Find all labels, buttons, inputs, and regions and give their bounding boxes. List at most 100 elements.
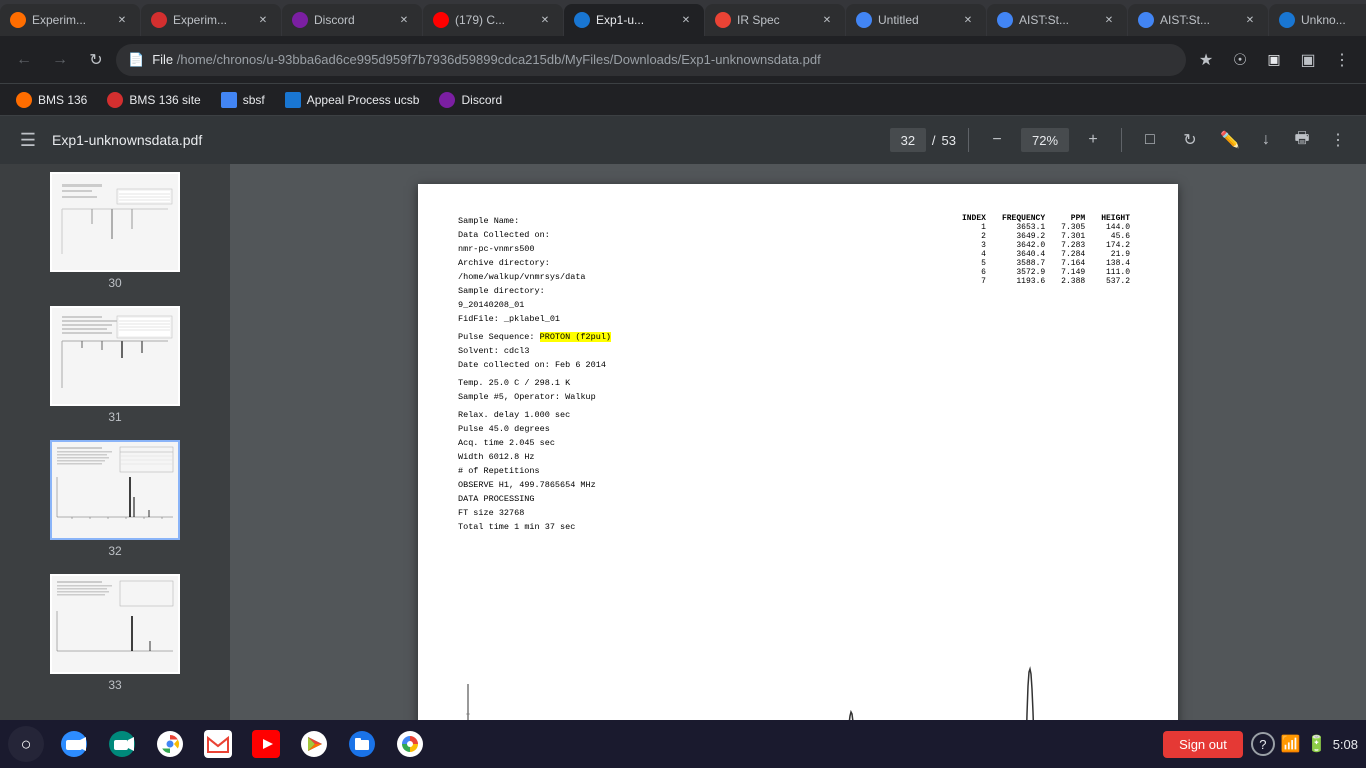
back-button[interactable]: ← bbox=[8, 44, 40, 76]
main-content: ☰ Exp1-unknownsdata.pdf / 53 − + □ ↻ ✏️ bbox=[0, 116, 1366, 720]
tab-10[interactable]: Unkno... ✕ bbox=[1269, 4, 1366, 36]
pdf-page: Sample Name: Data Collected on: nmr-pc-v… bbox=[418, 184, 1178, 720]
tab-2-close[interactable]: ✕ bbox=[255, 12, 271, 28]
tab-9-favicon bbox=[1138, 12, 1154, 28]
tab-4[interactable]: (179) C... ✕ bbox=[423, 4, 563, 36]
tab-9-label: AIST:St... bbox=[1160, 13, 1236, 27]
thumbnail-32[interactable]: 32 bbox=[8, 440, 222, 558]
tab-2-favicon bbox=[151, 12, 167, 28]
zoom-out-button[interactable]: − bbox=[981, 124, 1013, 156]
more-options-button[interactable]: ⋮ bbox=[1322, 124, 1354, 156]
settings-button[interactable]: ⋮ bbox=[1326, 44, 1358, 76]
tab-8-close[interactable]: ✕ bbox=[1101, 12, 1117, 28]
tab-7-close[interactable]: ✕ bbox=[960, 12, 976, 28]
thumbnail-33[interactable]: 33 bbox=[8, 574, 222, 692]
help-icon[interactable]: ? bbox=[1251, 732, 1275, 756]
tab-2[interactable]: Experim... ✕ bbox=[141, 4, 281, 36]
url-bar[interactable]: 📄 File /home/chronos/u-93bba6ad6ce995d95… bbox=[116, 44, 1186, 76]
taskbar-app-zoom[interactable] bbox=[52, 722, 96, 766]
tab-7-favicon bbox=[856, 12, 872, 28]
tab-7-label: Untitled bbox=[878, 13, 954, 27]
thumbnail-30-label: 30 bbox=[108, 276, 121, 290]
table-row-1: 1 3653.1 7.305 144.0 bbox=[954, 223, 1138, 232]
pdf-toolbar: ☰ Exp1-unknownsdata.pdf / 53 − + □ ↻ ✏️ bbox=[0, 116, 1366, 164]
tab-9[interactable]: AIST:St... ✕ bbox=[1128, 4, 1268, 36]
tab-3-label: Discord bbox=[314, 13, 390, 27]
taskbar-app-drive[interactable] bbox=[340, 722, 384, 766]
taskbar-app-gmail[interactable] bbox=[196, 722, 240, 766]
table-row-4: 4 3640.4 7.284 21.9 bbox=[954, 250, 1138, 259]
bookmark-star-button[interactable]: ★ bbox=[1190, 44, 1222, 76]
refresh-button[interactable]: ↻ bbox=[80, 44, 112, 76]
pdf-menu-button[interactable]: ☰ bbox=[12, 124, 44, 156]
archive-path-line: /home/walkup/vnmrsys/data bbox=[458, 270, 611, 284]
thumbnail-32-label: 32 bbox=[108, 544, 121, 558]
tab-1-close[interactable]: ✕ bbox=[114, 12, 130, 28]
table-row-7: 7 1193.6 2.388 537.2 bbox=[954, 277, 1138, 286]
download-button[interactable]: ↓ bbox=[1250, 124, 1282, 156]
fit-page-button[interactable]: □ bbox=[1134, 124, 1166, 156]
bookmarks-bar: BMS 136 BMS 136 site sbsf Appeal Process… bbox=[0, 84, 1366, 116]
taskbar-app-chrome[interactable] bbox=[148, 722, 192, 766]
tab-6-label: IR Spec bbox=[737, 13, 813, 27]
tab-5-close[interactable]: ✕ bbox=[678, 12, 694, 28]
extensions-button[interactable]: ▣ bbox=[1258, 44, 1290, 76]
zoom-input[interactable] bbox=[1021, 128, 1069, 152]
table-row-3: 3 3642.0 7.283 174.2 bbox=[954, 241, 1138, 250]
tab-3[interactable]: Discord ✕ bbox=[282, 4, 422, 36]
tab-4-close[interactable]: ✕ bbox=[537, 12, 553, 28]
rotate-button[interactable]: ↻ bbox=[1174, 124, 1206, 156]
divider-2 bbox=[1121, 128, 1122, 152]
taskbar-app-youtube[interactable] bbox=[244, 722, 288, 766]
sample-id-line: 9_20140208_01 bbox=[458, 298, 611, 312]
bookmark-appeal-label: Appeal Process ucsb bbox=[307, 93, 420, 107]
thumbnail-32-img bbox=[50, 440, 180, 540]
tab-1[interactable]: Experim... ✕ bbox=[0, 4, 140, 36]
page-separator: / bbox=[932, 133, 936, 148]
data-proc-line: DATA PROCESSING bbox=[458, 492, 611, 506]
tab-8-favicon bbox=[997, 12, 1013, 28]
tab-4-favicon bbox=[433, 12, 449, 28]
pdf-toolbar-right: ✏️ ↓ 🖶 ⋮ bbox=[1214, 124, 1354, 156]
bookmark-discord-label: Discord bbox=[461, 93, 502, 107]
nmr-table: INDEX FREQUENCY PPM HEIGHT 1 bbox=[954, 214, 1138, 286]
bookmark-appeal[interactable]: Appeal Process ucsb bbox=[277, 88, 428, 112]
bookmark-bms136[interactable]: BMS 136 bbox=[8, 88, 95, 112]
tab-8[interactable]: AIST:St... ✕ bbox=[987, 4, 1127, 36]
bookmark-appeal-favicon bbox=[285, 92, 301, 108]
tab-5-label: Exp1-u... bbox=[596, 13, 672, 27]
edit-button[interactable]: ✏️ bbox=[1214, 124, 1246, 156]
tab-5[interactable]: Exp1-u... ✕ bbox=[564, 4, 704, 36]
table-row-2: 2 3649.2 7.301 45.6 bbox=[954, 232, 1138, 241]
taskbar-launcher-button[interactable]: ○ bbox=[8, 726, 44, 762]
thumbnail-31-sketch bbox=[52, 308, 178, 404]
forward-button[interactable]: → bbox=[44, 44, 76, 76]
tab-9-close[interactable]: ✕ bbox=[1242, 12, 1258, 28]
bookmark-sbsf[interactable]: sbsf bbox=[213, 88, 273, 112]
thumbnail-31[interactable]: 31 bbox=[8, 306, 222, 424]
nmr-spectrum-chart: 12 10 8 6 4 bbox=[438, 634, 1158, 720]
bookmark-bms136site[interactable]: BMS 136 site bbox=[99, 88, 208, 112]
page-number-input[interactable] bbox=[890, 128, 926, 152]
taskbar-app-playstore[interactable] bbox=[292, 722, 336, 766]
profiles-button[interactable]: ☉ bbox=[1224, 44, 1256, 76]
taskbar-app-meet[interactable] bbox=[100, 722, 144, 766]
address-bar: ← → ↻ 📄 File /home/chronos/u-93bba6ad6ce… bbox=[0, 36, 1366, 84]
thumbnail-33-label: 33 bbox=[108, 678, 121, 692]
sign-out-button[interactable]: Sign out bbox=[1163, 731, 1243, 758]
battery-icon: 🔋 bbox=[1307, 734, 1327, 754]
thumbnail-30[interactable]: 30 bbox=[8, 172, 222, 290]
bookmark-discord[interactable]: Discord bbox=[431, 88, 510, 112]
tab-3-close[interactable]: ✕ bbox=[396, 12, 412, 28]
print-button[interactable]: 🖶 bbox=[1286, 124, 1318, 156]
pdf-main[interactable]: Sample Name: Data Collected on: nmr-pc-v… bbox=[230, 164, 1366, 720]
tab-7[interactable]: Untitled ✕ bbox=[846, 4, 986, 36]
taskbar-app-photos[interactable] bbox=[388, 722, 432, 766]
tab-6-close[interactable]: ✕ bbox=[819, 12, 835, 28]
screenshot-button[interactable]: ▣ bbox=[1292, 44, 1324, 76]
sample-dir-line: Sample directory: bbox=[458, 284, 611, 298]
col-height: HEIGHT bbox=[1093, 214, 1138, 223]
zoom-in-button[interactable]: + bbox=[1077, 124, 1109, 156]
col-frequency: FREQUENCY bbox=[994, 214, 1053, 223]
tab-6[interactable]: IR Spec ✕ bbox=[705, 4, 845, 36]
